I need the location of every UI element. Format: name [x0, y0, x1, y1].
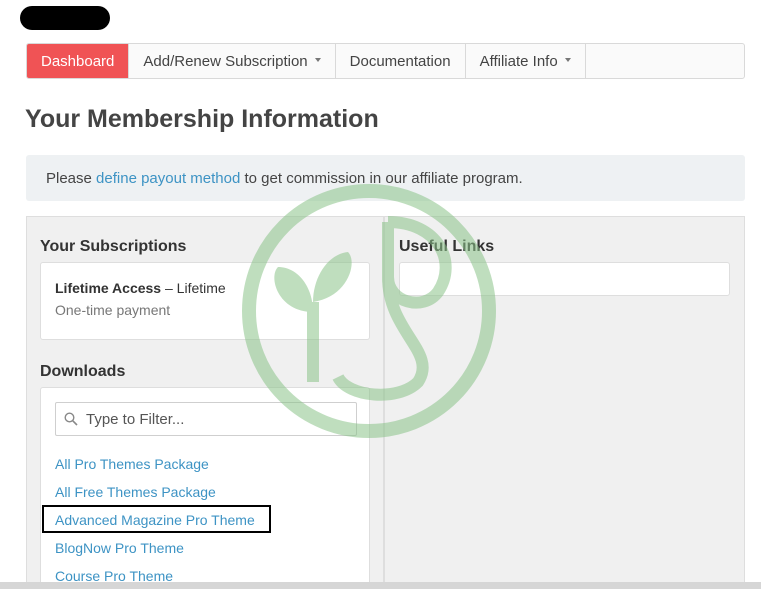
plan-separator: – — [161, 280, 177, 296]
download-link[interactable]: All Free Themes Package — [55, 484, 216, 500]
download-link[interactable]: All Pro Themes Package — [55, 456, 209, 472]
useful-links-heading: Useful Links — [399, 238, 495, 255]
nav-affiliate-info[interactable]: Affiliate Info — [466, 44, 586, 78]
nav-affiliate-label: Affiliate Info — [479, 52, 558, 70]
nav-documentation-label: Documentation — [349, 52, 451, 70]
horizontal-scrollbar[interactable] — [0, 582, 761, 589]
redacted-logo — [20, 6, 110, 30]
subscriptions-heading: Your Subscriptions — [40, 238, 187, 255]
top-nav: Dashboard Add/Renew Subscription Documen… — [26, 43, 745, 79]
subscription-plan: Lifetime Access – Lifetime — [55, 280, 355, 296]
chevron-down-icon — [314, 58, 321, 62]
download-link[interactable]: BlogNow Pro Theme — [55, 540, 184, 556]
filter-input[interactable] — [86, 410, 346, 428]
downloads-card: All Pro Themes Package All Free Themes P… — [40, 387, 370, 589]
chevron-down-icon — [564, 58, 571, 62]
filter-box — [55, 402, 357, 436]
page-title: Your Membership Information — [25, 105, 379, 133]
search-icon — [64, 412, 78, 426]
payment-type: One-time payment — [55, 302, 171, 318]
downloads-heading: Downloads — [40, 363, 126, 380]
notice-prefix: Please — [46, 169, 92, 187]
nav-dashboard-label: Dashboard — [41, 52, 115, 70]
nav-documentation[interactable]: Documentation — [336, 44, 466, 78]
nav-add-renew-subscription[interactable]: Add/Renew Subscription — [129, 44, 336, 78]
useful-links-card — [399, 262, 730, 296]
nav-add-renew-label: Add/Renew Subscription — [143, 52, 308, 70]
affiliate-notice: Please define payout method to get commi… — [26, 155, 745, 201]
subscription-card: Lifetime Access – Lifetime One-time paym… — [40, 262, 370, 340]
define-payout-link[interactable]: define payout method — [96, 170, 240, 187]
download-link[interactable]: Advanced Magazine Pro Theme — [55, 512, 255, 528]
plan-duration: Lifetime — [176, 280, 226, 296]
plan-name: Lifetime Access — [55, 280, 162, 296]
nav-dashboard[interactable]: Dashboard — [27, 44, 130, 78]
notice-suffix: to get commission in our affiliate progr… — [244, 169, 523, 187]
